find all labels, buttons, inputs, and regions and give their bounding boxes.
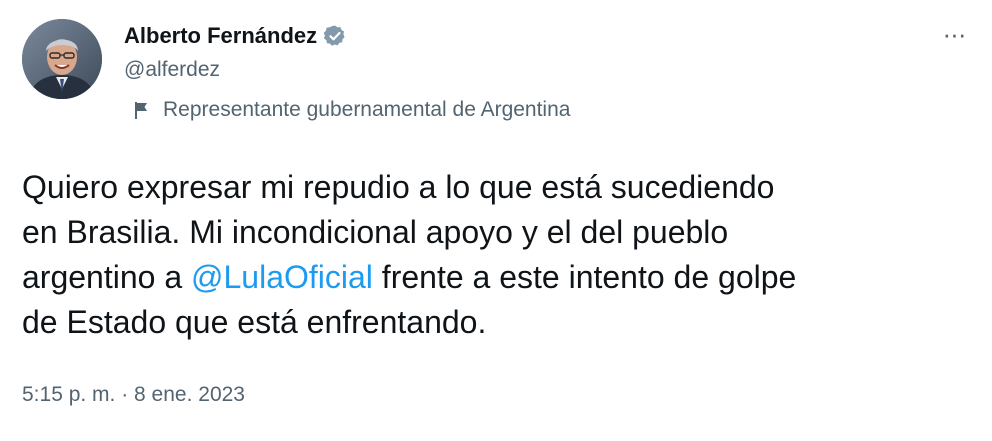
profile-photo-icon (22, 19, 102, 99)
tweet-text: Quiero expresar mi repudio a lo que está… (22, 165, 972, 345)
flag-icon (135, 102, 147, 119)
author-name[interactable]: Alberto Fernández (124, 23, 347, 49)
tweet-card: Alberto Fernández @alferdez ··· Represen… (0, 0, 992, 441)
verified-badge-icon (323, 25, 345, 46)
tweet-timestamp[interactable]: 5:15 p. m. · 8 ene. 2023 (22, 383, 245, 407)
author-name-text[interactable]: Alberto Fernández (124, 23, 317, 49)
tweet-text-segment: frente a este intento de golpe (372, 259, 797, 295)
tweet-text-line-4: de Estado que está enfrentando. (22, 304, 487, 340)
author-handle[interactable]: @alferdez (124, 58, 220, 82)
government-label-text: Representante gubernamental de Argentina (163, 98, 571, 121)
tweet-text-line-2: en Brasilia. Mi incondicional apoyo y el… (22, 214, 729, 250)
government-label: Representante gubernamental de Argentina (132, 98, 570, 122)
tweet-text-line-3: argentino a @LulaOficial frente a este i… (22, 255, 972, 300)
tweet-text-segment: argentino a (22, 259, 192, 295)
avatar[interactable] (22, 19, 102, 99)
mention-link[interactable]: @LulaOficial (191, 259, 373, 295)
more-options-button[interactable]: ··· (938, 19, 970, 49)
tweet-text-line-1: Quiero expresar mi repudio a lo que está… (22, 169, 775, 205)
